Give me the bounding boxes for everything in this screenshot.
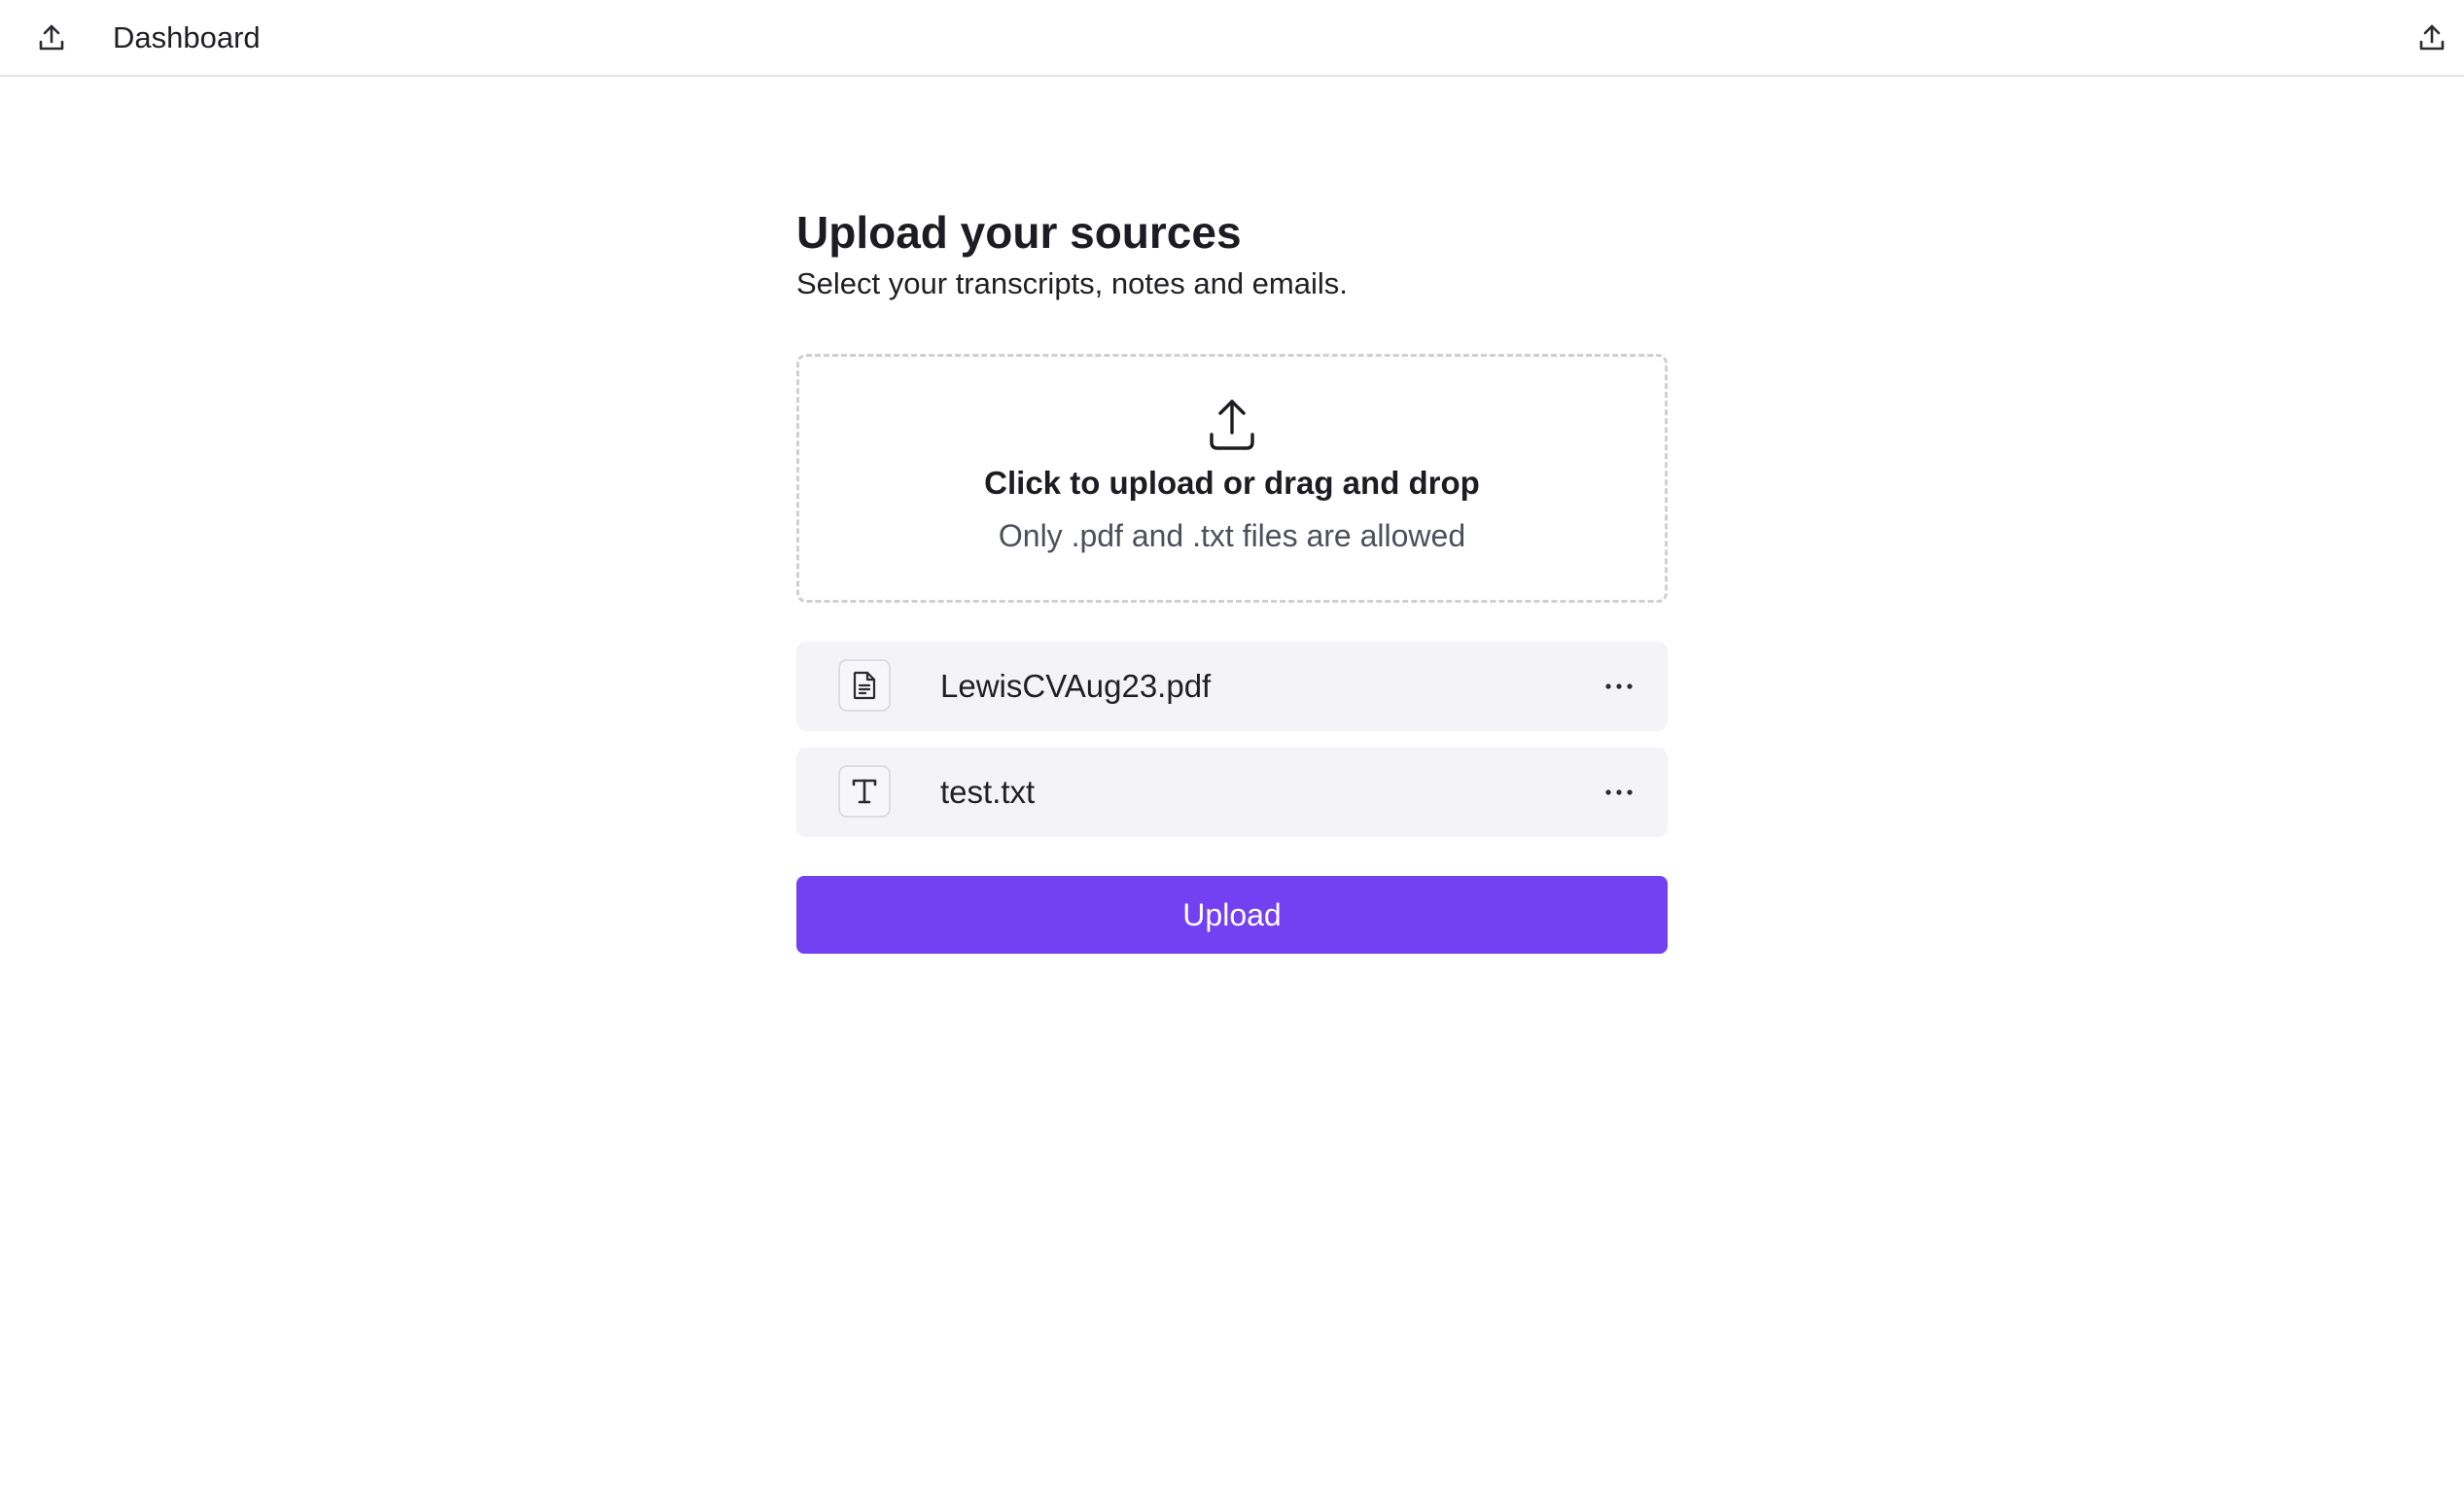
text-t-icon: [838, 765, 891, 818]
upload-panel: Upload your sources Select your transcri…: [796, 204, 1668, 954]
more-horizontal-icon[interactable]: [1600, 667, 1638, 706]
upload-subheading: Select your transcripts, notes and email…: [796, 266, 1348, 300]
file-name: test.txt: [940, 774, 1036, 810]
dropzone-title: Click to upload or drag and drop: [984, 465, 1480, 501]
more-horizontal-icon[interactable]: [1600, 773, 1638, 812]
file-list-item: test.txt: [796, 748, 1668, 837]
share-upload-icon[interactable]: [2415, 19, 2448, 56]
upload-tray-icon: [1207, 398, 1257, 452]
upload-heading: Upload your sources: [796, 207, 1242, 258]
file-list-item: LewisCVAug23.pdf: [796, 642, 1668, 731]
upload-button[interactable]: Upload: [796, 876, 1668, 954]
file-name: LewisCVAug23.pdf: [940, 668, 1212, 704]
page-title-dashboard: Dashboard: [113, 20, 261, 54]
file-dropzone[interactable]: Click to upload or drag and drop Only .p…: [796, 354, 1668, 603]
dropzone-hint: Only .pdf and .txt files are allowed: [998, 518, 1466, 553]
file-list: LewisCVAug23.pdf test.txt: [796, 642, 1668, 837]
document-icon: [838, 659, 891, 712]
upload-icon[interactable]: [35, 19, 68, 56]
top-bar: Dashboard: [0, 0, 2464, 77]
